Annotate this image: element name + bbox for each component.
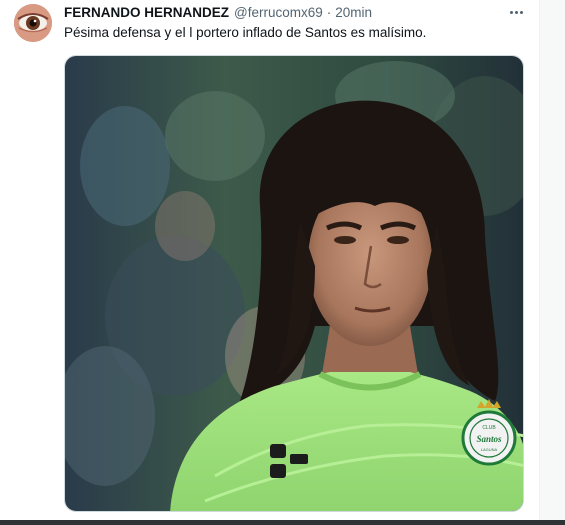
more-options-button[interactable] [506,4,526,20]
bottom-divider [0,520,565,525]
tweet-text: Pésima defensa y el l portero inflado de… [64,25,427,40]
tweet-card[interactable]: FERNANDO HERNANDEZ @ferrucomx69 · 20min … [0,0,565,525]
author-name[interactable]: FERNANDO HERNANDEZ [64,5,229,20]
tweet-header: FERNANDO HERNANDEZ @ferrucomx69 · 20min [64,5,372,21]
svg-text:Santos: Santos [476,434,502,444]
ellipsis-icon [509,10,513,14]
svg-text:CLUB: CLUB [482,425,496,431]
ellipsis-dot [519,10,523,14]
right-rail [539,0,565,525]
author-handle[interactable]: @ferrucomx69 [234,5,323,20]
tweet-timestamp[interactable]: 20min [335,5,372,20]
author-avatar[interactable] [14,4,52,42]
separator-dot: · [326,5,332,20]
tweet-photo[interactable]: CLUB Santos LAGUNA [64,55,524,512]
svg-text:LAGUNA: LAGUNA [481,447,498,452]
ellipsis-dot [514,10,518,14]
